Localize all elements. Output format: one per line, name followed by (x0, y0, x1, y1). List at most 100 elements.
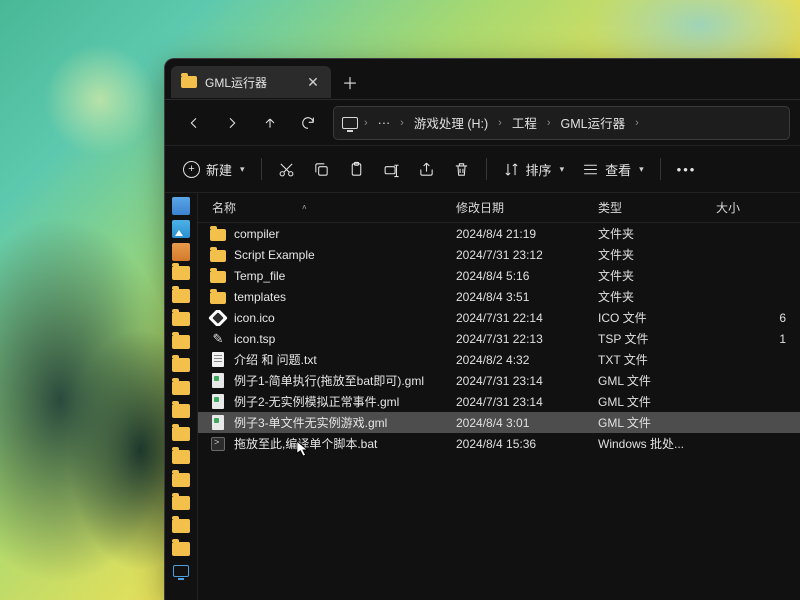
close-tab-button[interactable]: ✕ (305, 74, 321, 90)
copy-button[interactable] (305, 152, 338, 186)
folder-icon (172, 358, 190, 372)
file-date: 2024/7/31 23:14 (456, 374, 598, 388)
quick-access-bar (165, 193, 197, 600)
quick-item-folder[interactable] (172, 335, 190, 353)
chevron-down-icon: ▾ (240, 164, 245, 175)
folder-icon (172, 289, 190, 303)
quick-item-folder[interactable] (172, 542, 190, 560)
file-name: 例子2-无实例模拟正常事件.gml (234, 393, 399, 410)
folder-icon (172, 381, 190, 395)
new-tab-button[interactable]: ＋ (333, 66, 367, 98)
delete-button[interactable] (445, 152, 478, 186)
file-date: 2024/8/4 3:51 (456, 290, 598, 304)
quick-item-folder[interactable] (172, 519, 190, 537)
file-name: 拖放至此,编译单个脚本.bat (234, 435, 377, 452)
folder-icon (172, 473, 190, 487)
back-button[interactable] (175, 105, 213, 141)
quick-item-folder[interactable] (172, 358, 190, 376)
nav-bar: › ··· › 游戏处理 (H:) › 工程 › GML运行器 › (165, 99, 800, 145)
file-date: 2024/8/4 5:16 (456, 269, 598, 283)
file-row[interactable]: 例子2-无实例模拟正常事件.gml 2024/7/31 23:14GML 文件 (198, 391, 800, 412)
file-row[interactable]: 例子1-简单执行(拖放至bat即可).gml2024/7/31 23:14GML… (198, 370, 800, 391)
column-header-type[interactable]: 类型 (598, 199, 716, 216)
folder-icon (210, 289, 226, 305)
sort-asc-icon: ˄ (302, 203, 307, 212)
file-name: compiler (234, 227, 279, 241)
file-row[interactable]: icon.ico2024/7/31 22:14ICO 文件6 (198, 307, 800, 328)
tab-title: GML运行器 (205, 74, 297, 91)
breadcrumb-more[interactable]: ··· (372, 113, 397, 133)
file-name: Temp_file (234, 269, 285, 283)
breadcrumb[interactable]: › ··· › 游戏处理 (H:) › 工程 › GML运行器 › (333, 106, 790, 140)
file-date: 2024/8/4 3:01 (456, 416, 598, 430)
file-name: icon.ico (234, 311, 275, 325)
breadcrumb-drive[interactable]: 游戏处理 (H:) (408, 110, 494, 135)
file-date: 2024/7/31 22:14 (456, 311, 598, 325)
breadcrumb-folder[interactable]: GML运行器 (555, 110, 632, 135)
paste-button[interactable] (340, 152, 373, 186)
quick-item-folder[interactable] (172, 427, 190, 445)
refresh-button[interactable] (289, 105, 327, 141)
folder-icon (172, 519, 190, 533)
tab-active[interactable]: GML运行器 ✕ (171, 66, 331, 98)
quick-item-folder[interactable] (172, 312, 190, 330)
file-date: 2024/8/4 15:36 (456, 437, 598, 451)
file-row[interactable]: templates2024/8/4 3:51文件夹 (198, 286, 800, 307)
view-label: 查看 (605, 160, 631, 179)
chevron-right-icon: › (498, 117, 502, 129)
quick-item-music[interactable] (172, 243, 190, 261)
quick-item-folder[interactable] (172, 496, 190, 514)
chevron-down-icon: ▾ (560, 164, 565, 175)
sort-icon (503, 161, 520, 178)
quick-item-folder[interactable] (172, 266, 190, 284)
file-row[interactable]: 介绍 和 问题.txt2024/8/2 4:32TXT 文件 (198, 349, 800, 370)
forward-button[interactable] (213, 105, 251, 141)
chevron-right-icon: › (364, 117, 368, 129)
tab-strip: GML运行器 ✕ ＋ (165, 59, 800, 99)
sort-button[interactable]: 排序 ▾ (495, 152, 573, 186)
new-button[interactable]: + 新建 ▾ (175, 152, 253, 186)
column-headers: 名称 ˄ 修改日期 类型 大小 (198, 193, 800, 223)
tsp-icon: ✎ (210, 331, 226, 347)
content-area: 名称 ˄ 修改日期 类型 大小 compiler2024/8/4 21:19文件… (165, 193, 800, 600)
quick-item-folder[interactable] (172, 473, 190, 491)
file-row[interactable]: 例子3-单文件无实例游戏.gml2024/8/4 3:01GML 文件 (198, 412, 800, 433)
quick-item-folder[interactable] (172, 289, 190, 307)
breadcrumb-folder[interactable]: 工程 (506, 110, 543, 135)
file-type: TXT 文件 (598, 351, 716, 368)
column-header-date[interactable]: 修改日期 (456, 199, 598, 216)
column-header-size[interactable]: 大小 (716, 199, 800, 216)
gml-icon (210, 415, 226, 431)
quick-item-folder[interactable] (172, 404, 190, 422)
more-button[interactable]: ••• (669, 152, 705, 186)
view-icon (582, 161, 599, 178)
bat-icon (210, 436, 226, 452)
column-header-name[interactable]: 名称 ˄ (198, 199, 456, 216)
file-type: GML 文件 (598, 393, 716, 410)
file-explorer-window: GML运行器 ✕ ＋ › ··· › 游戏处理 (H:) › 工程 › GML运… (164, 58, 800, 600)
file-row[interactable]: Script Example2024/7/31 23:12文件夹 (198, 244, 800, 265)
quick-item-folder[interactable] (172, 381, 190, 399)
file-date: 2024/7/31 23:14 (456, 395, 598, 409)
quick-item-thispc[interactable] (173, 565, 189, 577)
rename-button[interactable] (375, 152, 408, 186)
divider (486, 158, 487, 180)
chevron-right-icon: › (547, 117, 551, 129)
quick-item-doc[interactable] (172, 197, 190, 215)
share-button[interactable] (410, 152, 443, 186)
file-date: 2024/7/31 23:12 (456, 248, 598, 262)
quick-item-folder[interactable] (172, 450, 190, 468)
file-row[interactable]: compiler2024/8/4 21:19文件夹 (198, 223, 800, 244)
folder-icon (172, 450, 190, 464)
file-row[interactable]: Temp_file2024/8/4 5:16文件夹 (198, 265, 800, 286)
col-name-label: 名称 (212, 199, 236, 216)
file-row[interactable]: ✎icon.tsp2024/7/31 22:13TSP 文件1 (198, 328, 800, 349)
up-button[interactable] (251, 105, 289, 141)
file-date: 2024/8/2 4:32 (456, 353, 598, 367)
file-row[interactable]: 拖放至此,编译单个脚本.bat2024/8/4 15:36Windows 批处.… (198, 433, 800, 454)
cut-button[interactable] (270, 152, 303, 186)
quick-item-img[interactable] (172, 220, 190, 238)
view-button[interactable]: 查看 ▾ (574, 152, 652, 186)
divider (261, 158, 262, 180)
folder-icon (172, 496, 190, 510)
